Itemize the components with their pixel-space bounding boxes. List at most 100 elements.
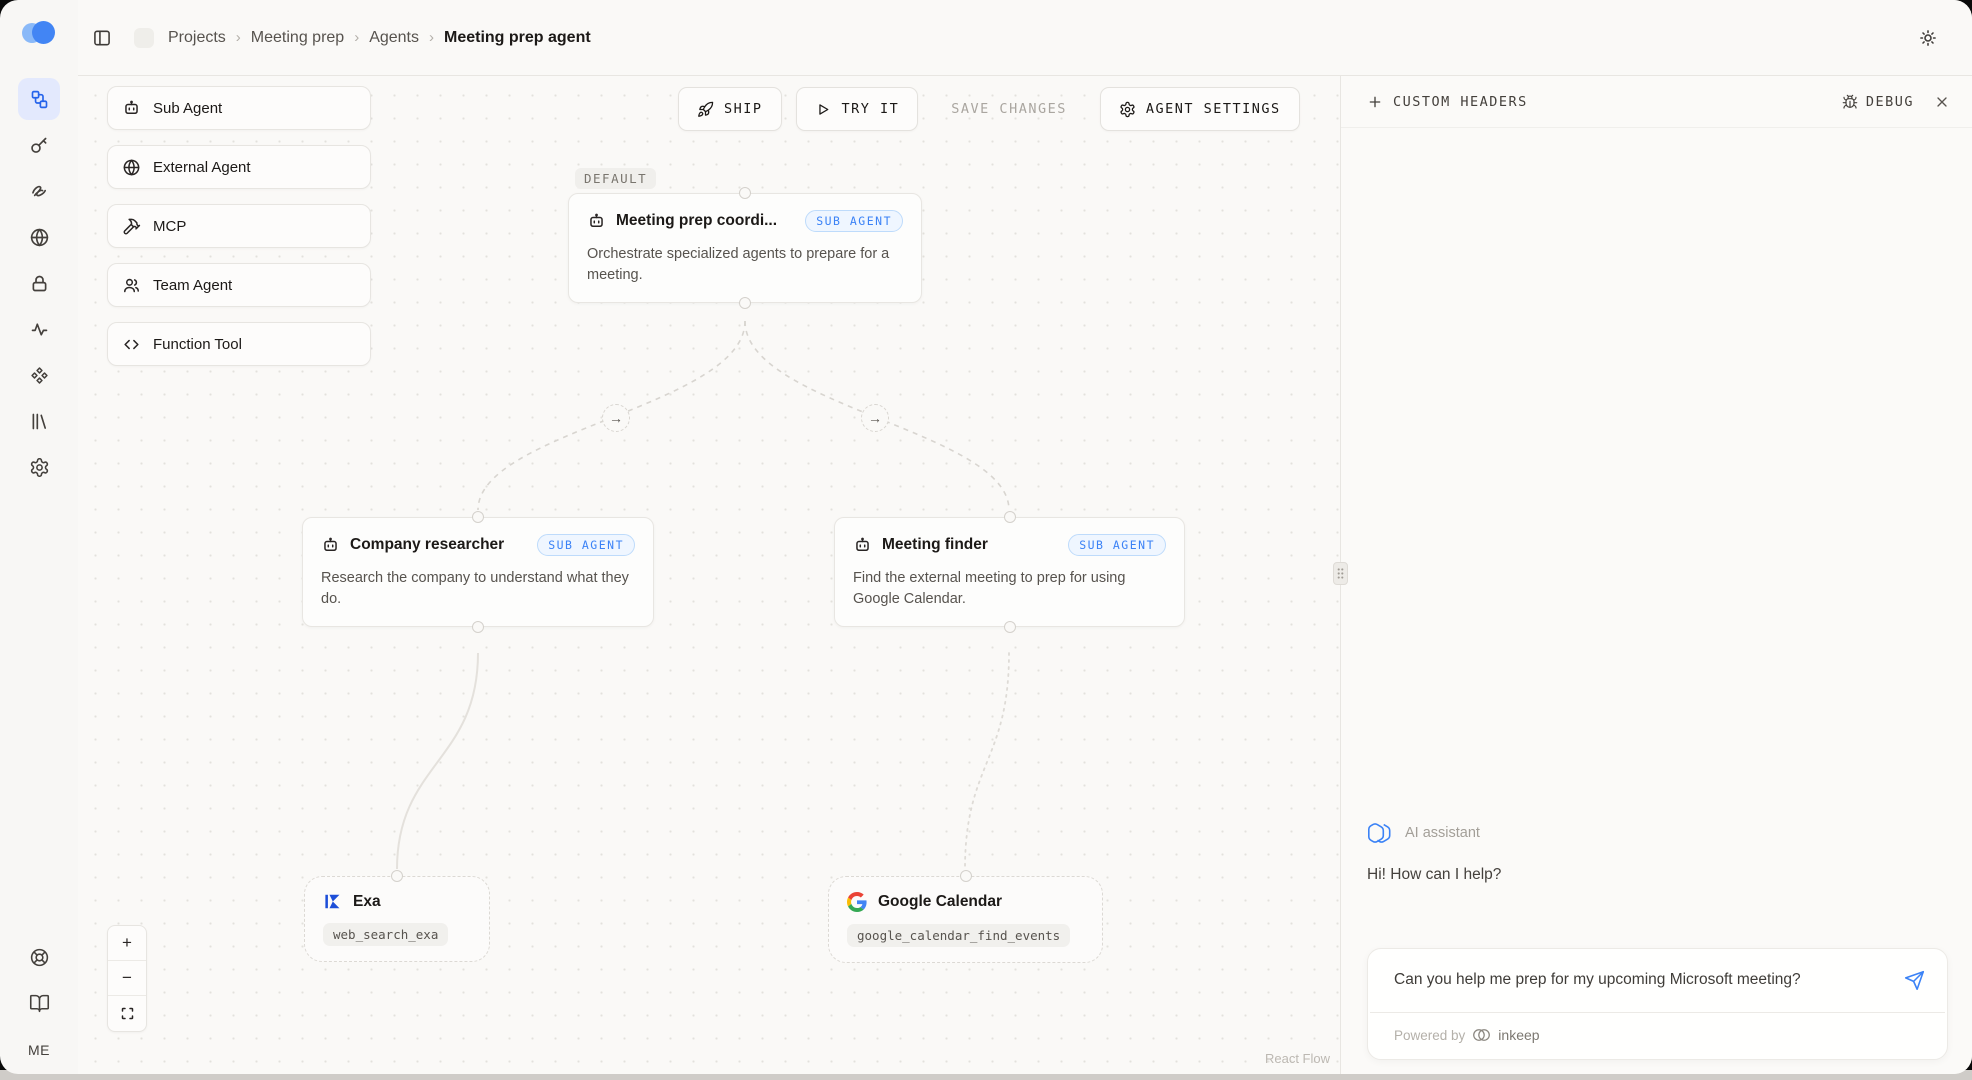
ship-button[interactable]: SHIP <box>678 87 782 131</box>
sidebar-item-credentials[interactable] <box>18 262 60 304</box>
try-it-button[interactable]: TRY IT <box>796 87 919 131</box>
bot-icon <box>122 99 141 118</box>
node-description: Research the company to understand what … <box>321 568 635 610</box>
plus-icon <box>1367 94 1383 110</box>
google-logo <box>847 892 867 912</box>
app-window: ME Projects › Meeting prep › Agents › Me… <box>0 0 1972 1074</box>
breadcrumb-skeleton <box>134 28 154 48</box>
edge-arrow-marker[interactable]: → <box>861 404 889 432</box>
palette-item-external-agent[interactable]: External Agent <box>107 145 371 189</box>
sidebar-item-external[interactable] <box>18 216 60 258</box>
exa-logo <box>323 892 342 911</box>
try-it-label: TRY IT <box>842 101 900 117</box>
breadcrumb-item-current: Meeting prep agent <box>444 29 591 47</box>
chat-input-card: Can you help me prep for my upcoming Mic… <box>1367 948 1948 1060</box>
breadcrumb-item-agents[interactable]: Agents <box>369 29 419 47</box>
docs-button[interactable] <box>18 982 60 1024</box>
assistant-header: AI assistant <box>1367 822 1948 844</box>
workflow-graph-icon <box>29 89 50 110</box>
send-icon <box>1904 970 1925 991</box>
hammer-icon <box>122 217 141 236</box>
diamond-shapes-icon <box>29 365 50 386</box>
breadcrumb-separator: › <box>354 29 359 46</box>
tool-title: Exa <box>353 893 381 911</box>
sidebar-item-components[interactable] <box>18 354 60 396</box>
tool-function-pill: web_search_exa <box>323 923 448 946</box>
bot-icon <box>321 536 340 555</box>
panel-left-icon <box>92 28 112 48</box>
node-handle-bottom[interactable] <box>739 297 751 309</box>
edge-arrow-marker[interactable]: → <box>602 404 630 432</box>
user-avatar[interactable]: ME <box>28 1042 50 1058</box>
node-handle-top[interactable] <box>472 511 484 523</box>
node-palette: Sub Agent External Agent MCP Team Agent … <box>107 86 371 366</box>
breadcrumb-item-projects[interactable]: Projects <box>168 29 226 47</box>
node-exa-tool[interactable]: Exa web_search_exa <box>304 876 490 962</box>
debug-button[interactable]: DEBUG <box>1842 94 1914 110</box>
library-icon <box>29 411 50 432</box>
inkeep-brand[interactable]: inkeep <box>1498 1027 1539 1043</box>
breadcrumb-separator: › <box>429 29 434 46</box>
custom-headers-label: CUSTOM HEADERS <box>1393 94 1528 110</box>
node-description: Find the external meeting to prep for us… <box>853 568 1166 610</box>
assistant-name: AI assistant <box>1405 825 1480 841</box>
book-open-icon <box>29 993 50 1014</box>
top-header: Projects › Meeting prep › Agents › Meeti… <box>78 0 1972 76</box>
palette-item-label: External Agent <box>153 159 251 176</box>
theme-toggle-button[interactable] <box>1910 20 1946 56</box>
panel-resize-handle[interactable] <box>1333 562 1348 585</box>
node-handle-bottom[interactable] <box>472 621 484 633</box>
gear-icon <box>1119 101 1136 118</box>
zoom-out-button[interactable]: − <box>108 961 146 996</box>
icon-rail: ME <box>0 0 78 1074</box>
sidebar-item-keys[interactable] <box>18 124 60 166</box>
sidebar-item-settings[interactable] <box>18 446 60 488</box>
life-buoy-icon <box>29 947 50 968</box>
chat-input[interactable]: Can you help me prep for my upcoming Mic… <box>1394 968 1892 992</box>
right-panel: CUSTOM HEADERS DEBUG AI assistant <box>1340 76 1972 1074</box>
react-flow-attribution[interactable]: React Flow <box>1265 1051 1330 1066</box>
node-title: Meeting finder <box>882 536 1058 554</box>
node-handle-bottom[interactable] <box>1004 621 1016 633</box>
palette-item-team-agent[interactable]: Team Agent <box>107 263 371 307</box>
breadcrumb-separator: › <box>236 29 241 46</box>
close-panel-button[interactable] <box>1934 94 1950 110</box>
send-button[interactable] <box>1902 968 1927 996</box>
scribble-icon <box>29 181 50 202</box>
right-panel-header: CUSTOM HEADERS DEBUG <box>1341 76 1972 128</box>
sidebar-item-activity[interactable] <box>18 308 60 350</box>
palette-item-sub-agent[interactable]: Sub Agent <box>107 86 371 130</box>
node-handle-top[interactable] <box>1004 511 1016 523</box>
palette-item-label: Function Tool <box>153 336 242 353</box>
node-meeting-finder[interactable]: Meeting finder SUB AGENT Find the extern… <box>834 517 1185 627</box>
help-button[interactable] <box>18 936 60 978</box>
sidebar-item-library[interactable] <box>18 400 60 442</box>
agent-settings-button[interactable]: AGENT SETTINGS <box>1100 87 1300 131</box>
breadcrumb-item-meeting-prep[interactable]: Meeting prep <box>251 29 344 47</box>
palette-item-mcp[interactable]: MCP <box>107 204 371 248</box>
node-handle-top[interactable] <box>960 870 972 882</box>
bug-icon <box>1842 94 1858 110</box>
fit-view-button[interactable] <box>108 996 146 1031</box>
node-title: Meeting prep coordi... <box>616 212 795 230</box>
node-google-calendar-tool[interactable]: Google Calendar google_calendar_find_eve… <box>828 876 1103 963</box>
sidebar-toggle-button[interactable] <box>84 20 120 56</box>
custom-headers-button[interactable]: CUSTOM HEADERS <box>1367 94 1528 110</box>
flow-canvas[interactable]: → → Sub Agent External Agent MCP Team Ag… <box>78 76 1340 1074</box>
key-icon <box>29 135 50 156</box>
node-handle-top[interactable] <box>391 870 403 882</box>
tool-title: Google Calendar <box>878 893 1002 911</box>
palette-item-function-tool[interactable]: Function Tool <box>107 322 371 366</box>
node-title: Company researcher <box>350 536 527 554</box>
sidebar-item-graph[interactable] <box>18 78 60 120</box>
bot-icon <box>587 212 606 231</box>
node-meeting-prep-coordinator[interactable]: Meeting prep coordi... SUB AGENT Orchest… <box>568 193 922 303</box>
palette-item-label: Sub Agent <box>153 100 222 117</box>
activity-icon <box>29 319 50 340</box>
node-company-researcher[interactable]: Company researcher SUB AGENT Research th… <box>302 517 654 627</box>
sidebar-item-traces[interactable] <box>18 170 60 212</box>
save-changes-button[interactable]: SAVE CHANGES <box>932 87 1086 131</box>
node-handle-top[interactable] <box>739 187 751 199</box>
zoom-in-button[interactable]: + <box>108 926 146 961</box>
fit-view-icon <box>120 1006 135 1021</box>
